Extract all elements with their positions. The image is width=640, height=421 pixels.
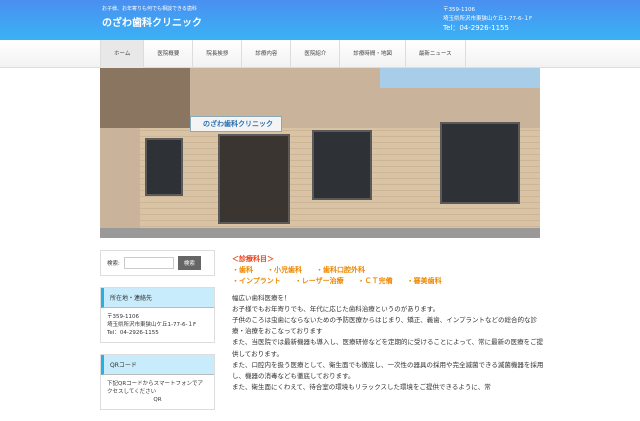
window — [312, 130, 372, 200]
departments-row: ・インプラント ・レーザー治療 ・ＣＴ完備 ・審美歯科 — [232, 276, 547, 287]
nav-home[interactable]: ホーム — [100, 40, 145, 68]
nav-overview[interactable]: 医院概要 — [144, 40, 194, 68]
paragraph: お子様でもお年寄りでも、年代に応じた歯科治療というのがあります。 — [232, 304, 440, 313]
main-content: ＜診療科目＞ ・歯科 ・小児歯科 ・歯科口腔外科 ・インプラント ・レーザー治療 ・ＣＴ… — [232, 254, 547, 393]
qr-widget: QRコード 下記QRコードからスマートフォンでアクセスしてください QR — [100, 354, 215, 410]
postal-code: 〒359-1106 — [107, 314, 139, 320]
department: ・審美歯科 — [406, 277, 442, 286]
intro-text: 幅広い歯科医療を！ お子様でもお年寄りでも、年代に応じた歯科治療というのがありま… — [232, 293, 547, 394]
departments-row: ・歯科 ・小児歯科 ・歯科口腔外科 — [232, 265, 547, 276]
clinic-sign: のざわ歯科クリニック — [190, 116, 282, 132]
sidebar: 検索: 検索 所在地・連絡先 〒359-1106 埼玉県所沢市東狭山ケ丘1-77… — [100, 250, 215, 421]
nav-treatment[interactable]: 診療内容 — [242, 40, 292, 68]
nav-introduction[interactable]: 医院紹介 — [291, 40, 341, 68]
phone: Tel：04-2926-1155 — [443, 24, 509, 32]
hero-image: のざわ歯科クリニック — [100, 68, 540, 238]
window — [145, 138, 183, 196]
address: 埼玉県所沢市東狭山ケ丘1-77-6-１F — [443, 16, 533, 22]
entrance-door — [218, 134, 290, 224]
department: ・歯科口腔外科 — [316, 266, 365, 275]
department: ・インプラント — [232, 277, 281, 286]
location-widget: 所在地・連絡先 〒359-1106 埼玉県所沢市東狭山ケ丘1-77-6-１F T… — [100, 287, 215, 343]
paragraph: 幅広い歯科医療を！ — [232, 293, 291, 302]
search-input[interactable] — [123, 257, 174, 269]
postal-code: 〒359-1106 — [443, 7, 475, 13]
address: 埼玉県所沢市東狭山ケ丘1-77-6-１F — [107, 322, 197, 328]
paragraph: また、口腔内を扱う医療として、衛生面でも徹底し、一次性の器具の採用や完全滅菌でき… — [232, 360, 544, 381]
department: ・レーザー治療 — [294, 277, 344, 286]
site-header: お子様、お年寄りも何でも相談できる歯科 のざわ歯科クリニック 〒359-1106… — [0, 0, 640, 40]
header-address: 〒359-1106 埼玉県所沢市東狭山ケ丘1-77-6-１F Tel：04-29… — [443, 6, 532, 33]
department: ・歯科 — [232, 266, 253, 275]
upper-building — [100, 68, 190, 128]
nav-greeting[interactable]: 院長挨拶 — [193, 40, 243, 68]
location-title: 所在地・連絡先 — [101, 288, 214, 308]
search-box: 検索: 検索 — [100, 250, 215, 276]
department: ・小児歯科 — [267, 266, 302, 275]
window — [440, 122, 520, 204]
main-nav: ホーム 医院概要 院長挨拶 診療内容 医院紹介 診療時間・地図 最新ニュース — [0, 40, 640, 68]
paragraph: また、衛生面にくわえて、待合室の環境もリラックスした環境をご提供できるように、常 — [232, 383, 491, 392]
search-label: 検索: — [107, 261, 120, 267]
site-logo[interactable]: のざわ歯科クリニック — [102, 14, 202, 29]
qr-image: QR — [153, 397, 162, 403]
phone: Tel：04-2926-1155 — [107, 330, 159, 336]
search-button[interactable]: 検索 — [177, 256, 201, 270]
tagline: お子様、お年寄りも何でも相談できる歯科 — [102, 6, 197, 12]
paragraph: また、当医院では最新機器も導入し、医療研修などを定期的に受けることによって、常に… — [232, 338, 544, 358]
qr-text: 下記QRコードからスマートフォンでアクセスしてください — [107, 381, 203, 395]
departments-heading: ＜診療科目＞ — [232, 255, 274, 263]
paragraph: 子供のころは虫歯にならないための予防医療からはじまり、矯正、義歯、インプラントな… — [232, 316, 538, 336]
sky — [380, 68, 540, 88]
nav-hours-map[interactable]: 診療時間・地図 — [340, 40, 406, 68]
ground — [100, 228, 540, 238]
qr-title: QRコード — [101, 355, 214, 375]
department: ・ＣＴ完備 — [357, 277, 393, 286]
nav-news[interactable]: 最新ニュース — [406, 40, 466, 68]
